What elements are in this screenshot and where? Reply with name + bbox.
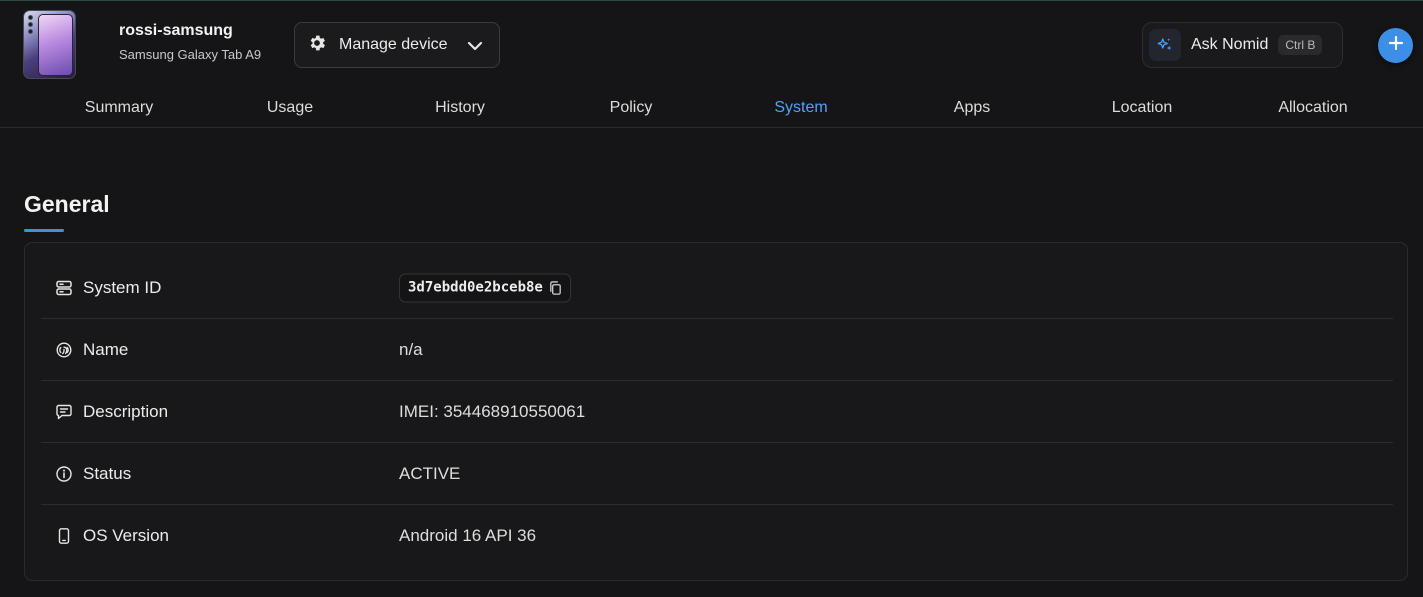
section-underline (24, 229, 64, 232)
server-icon (55, 279, 73, 297)
row-value: ACTIVE (399, 463, 461, 483)
copy-icon[interactable] (548, 280, 563, 295)
section-title: General (24, 191, 110, 217)
sparkle-icon (1149, 29, 1181, 61)
chevron-down-icon (465, 36, 485, 61)
tab-system[interactable]: System (774, 99, 827, 117)
row-value: Android 16 API 36 (399, 526, 537, 545)
description-row: Description IMEI: 354468910550061 (41, 381, 1393, 443)
add-button[interactable] (1378, 28, 1413, 63)
general-card: System ID 3d7ebdd0e2bceb8e Name n/a Desc… (24, 242, 1408, 581)
tab-location[interactable]: Location (1112, 99, 1173, 117)
row-label: OS Version (83, 526, 169, 545)
row-label: Name (83, 339, 129, 359)
tab-usage[interactable]: Usage (267, 99, 313, 117)
system-id-chip: 3d7ebdd0e2bceb8e (399, 273, 571, 302)
row-label: Status (83, 463, 132, 483)
row-label: Description (83, 401, 169, 421)
name-row: Name n/a (41, 319, 1393, 381)
row-value: IMEI: 354468910550061 (399, 401, 586, 421)
tab-policy[interactable]: Policy (610, 99, 653, 117)
phone-icon (55, 527, 73, 545)
plus-icon (1388, 35, 1404, 56)
tab-summary[interactable]: Summary (85, 99, 153, 117)
manage-device-label: Manage device (339, 36, 448, 53)
row-value: n/a (399, 339, 423, 359)
os-version-row: OS Version Android 16 API 36 (41, 505, 1393, 567)
device-model: Samsung Galaxy Tab A9 (119, 47, 262, 62)
fingerprint-icon (55, 341, 73, 359)
ask-nomid-label: Ask Nomid (1191, 36, 1269, 53)
tab-history[interactable]: History (435, 99, 485, 117)
shortcut-badge: Ctrl B (1278, 35, 1323, 55)
ask-nomid-button[interactable]: Ask Nomid Ctrl B (1142, 22, 1343, 68)
device-image (23, 10, 76, 79)
tab-allocation[interactable]: Allocation (1278, 99, 1347, 117)
status-row: Status ACTIVE (41, 443, 1393, 505)
system-id-row: System ID 3d7ebdd0e2bceb8e (41, 257, 1393, 319)
gear-icon (307, 33, 327, 58)
tab-bar: Summary Usage History Policy System Apps… (0, 89, 1423, 128)
comment-icon (55, 403, 73, 421)
tab-apps[interactable]: Apps (954, 99, 990, 117)
manage-device-button[interactable]: Manage device (294, 22, 500, 68)
device-header: rossi-samsung Samsung Galaxy Tab A9 Mana… (0, 1, 1423, 89)
info-icon (55, 465, 73, 483)
device-name: rossi-samsung (119, 22, 233, 39)
row-label: System ID (83, 277, 162, 297)
system-id-value: 3d7ebdd0e2bceb8e (408, 279, 543, 296)
